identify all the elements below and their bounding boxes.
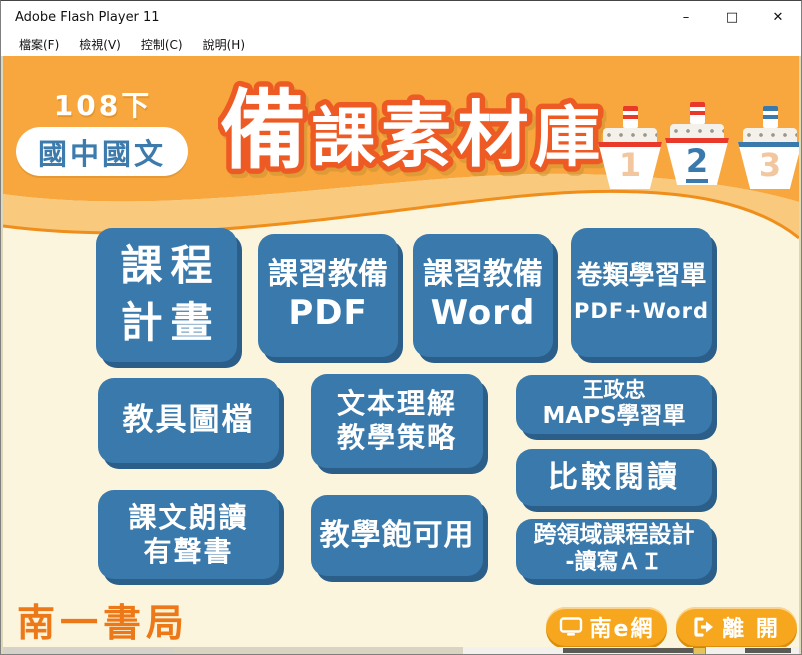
button-label: Word xyxy=(431,293,536,334)
sliver-segment xyxy=(173,647,463,655)
maps-worksheets-button[interactable]: 王政忠 MAPS學習單 xyxy=(516,375,712,434)
menu-help[interactable]: 說明(H) xyxy=(193,34,255,55)
text-audio-book-button[interactable]: 課文朗讀 有聲書 xyxy=(98,490,279,579)
underlying-window-sliver xyxy=(3,647,799,655)
boat-hull-icon: 1 xyxy=(598,142,662,189)
button-label: 教學飽可用 xyxy=(320,518,475,554)
sliver-text-fragment xyxy=(745,648,791,653)
button-label: 比較閱讀 xyxy=(548,460,680,496)
flash-player-window: Adobe Flash Player 11 – □ ✕ 檔案(F) 檢視(V) … xyxy=(0,0,802,655)
button-label: 課習教備 xyxy=(423,257,543,293)
cross-domain-ai-button[interactable]: 跨領域課程設計 -讀寫ＡＩ xyxy=(516,519,712,579)
button-label: 課程 xyxy=(112,238,220,295)
subject-label: 國中國文 xyxy=(38,131,166,173)
button-label: 教具圖檔 xyxy=(123,402,255,439)
button-label: 卷類學習單 xyxy=(576,261,706,292)
comparative-reading-button[interactable]: 比較閱讀 xyxy=(516,449,712,506)
volume-1-boat[interactable]: 1 xyxy=(598,106,662,189)
nan-e-net-label: 南e網 xyxy=(590,611,655,643)
menu-file[interactable]: 檔案(F) xyxy=(9,34,69,55)
button-label: 課文朗讀 xyxy=(128,501,248,535)
button-label: PDF+Word xyxy=(574,299,709,324)
subject-badge: 國中國文 xyxy=(16,127,188,176)
menubar: 檔案(F) 檢視(V) 控制(C) 說明(H) xyxy=(1,33,801,56)
exit-arrow-icon xyxy=(693,617,715,637)
volume-3-boat[interactable]: 3 xyxy=(738,106,801,189)
boat-funnel-icon xyxy=(690,102,705,124)
course-plan-button[interactable]: 課程 計畫 xyxy=(96,228,237,362)
teaching-aids-images-button[interactable]: 教具圖檔 xyxy=(98,378,279,463)
button-label: 跨領域課程設計 xyxy=(534,522,695,550)
volume-2-number: 2 xyxy=(686,144,708,183)
worksheets-pdf-word-button[interactable]: 卷類學習單 PDF+Word xyxy=(571,228,712,357)
boat-funnel-icon xyxy=(763,106,778,128)
boat-cabin-icon xyxy=(670,124,724,138)
sliver-text-fragment xyxy=(563,648,693,653)
minimize-icon[interactable]: – xyxy=(663,1,709,33)
volume-2-boat[interactable]: 2 xyxy=(665,102,729,185)
button-label: 課習教備 xyxy=(268,257,388,293)
textbook-word-button[interactable]: 課習教備 Word xyxy=(413,234,553,357)
button-label: 教學策略 xyxy=(337,421,457,455)
boat-hull-icon: 2 xyxy=(665,138,729,185)
menu-control[interactable]: 控制(C) xyxy=(131,34,193,55)
textbook-pdf-button[interactable]: 課習教備 PDF xyxy=(258,234,398,357)
close-icon[interactable]: ✕ xyxy=(755,1,801,33)
nan-e-net-button[interactable]: 南e網 xyxy=(546,607,667,646)
button-label: 計畫 xyxy=(112,295,220,352)
button-label: -讀寫ＡＩ xyxy=(565,550,662,576)
button-label: 王政忠 xyxy=(583,378,646,403)
text-comprehension-button[interactable]: 文本理解 教學策略 xyxy=(311,374,483,468)
flash-stage: 108下 國中國文 備 課 素 材 庫 1 xyxy=(1,56,801,655)
boat-hull-icon: 3 xyxy=(738,142,801,189)
boat-funnel-icon xyxy=(623,106,638,128)
volume-3-number: 3 xyxy=(759,148,781,183)
page-title: 備 課 素 材 庫 xyxy=(218,64,608,186)
exit-button[interactable]: 離 開 xyxy=(676,607,797,646)
window-title: Adobe Flash Player 11 xyxy=(1,10,663,25)
sliver-cell-fragment xyxy=(693,647,706,655)
titlebar: Adobe Flash Player 11 – □ ✕ xyxy=(1,1,801,33)
boat-cabin-icon xyxy=(603,128,657,142)
maximize-icon[interactable]: □ xyxy=(709,1,755,33)
volume-1-number: 1 xyxy=(619,148,641,183)
exit-label: 離 開 xyxy=(722,611,780,643)
menu-view[interactable]: 檢視(V) xyxy=(69,34,131,55)
page-title-text: 備 課 素 材 庫 xyxy=(220,81,600,181)
window-controls: – □ ✕ xyxy=(663,1,801,33)
button-label: 有聲書 xyxy=(143,535,233,569)
monitor-icon xyxy=(559,617,583,637)
boat-cabin-icon xyxy=(743,128,797,142)
publisher-logo: 南一書局 xyxy=(17,592,189,647)
teaching-pack-button[interactable]: 教學飽可用 xyxy=(311,495,483,576)
term-label: 108下 xyxy=(41,84,165,124)
button-label: PDF xyxy=(288,293,367,334)
button-label: 文本理解 xyxy=(337,387,457,421)
button-label: MAPS學習單 xyxy=(542,403,685,431)
